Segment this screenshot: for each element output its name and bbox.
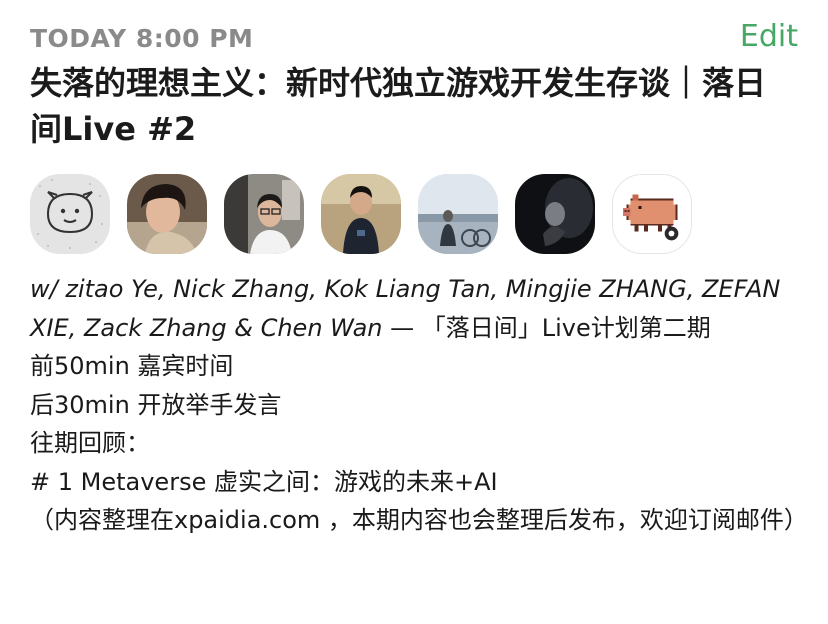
person-avatar-1[interactable] <box>127 174 207 254</box>
pixel-pig-icon <box>613 175 691 253</box>
drawn-face-avatar[interactable] <box>30 174 110 254</box>
person-photo-icon <box>127 174 207 254</box>
event-time: TODAY 8:00 PM <box>30 24 254 53</box>
person-avatar-5[interactable] <box>515 174 595 254</box>
description-line: # 1 Metaverse 虚实之间：游戏的未来+AI <box>30 467 498 496</box>
description-line: （内容整理在xpaidia.com ，本期内容也会整理后发布，欢迎订阅邮件） <box>30 506 808 534</box>
speaker-avatars <box>30 174 692 256</box>
event-header: TODAY 8:00 PM Edit <box>30 19 798 58</box>
person-avatar-2[interactable] <box>224 174 304 254</box>
edit-button[interactable]: Edit <box>740 18 798 56</box>
program-series: — 「落日间」Live计划第二期 <box>382 313 711 342</box>
description-line: 后30min 开放举手发言 <box>30 390 282 419</box>
person-avatar-3[interactable] <box>321 174 401 254</box>
person-photo-icon <box>224 174 304 254</box>
person-photo-icon <box>321 174 401 254</box>
event-title: 失落的理想主义：新时代独立游戏开发生存谈｜落日间Live #2 <box>30 64 767 148</box>
person-photo-icon <box>418 174 498 254</box>
description-line: 前50min 嘉宾时间 <box>30 352 234 380</box>
doodle-face-icon <box>30 174 110 254</box>
person-avatar-4[interactable] <box>418 174 498 254</box>
event-card: TODAY 8:00 PM Edit 失落的理想主义：新时代独立游戏开发生存谈｜… <box>0 0 828 624</box>
description-line: 往期回顾： <box>30 429 150 457</box>
event-description: w/ zitao Ye, Nick Zhang, Kok Liang Tan, … <box>30 270 808 540</box>
pixel-pig-avatar[interactable] <box>612 174 692 254</box>
person-photo-icon <box>515 174 595 254</box>
